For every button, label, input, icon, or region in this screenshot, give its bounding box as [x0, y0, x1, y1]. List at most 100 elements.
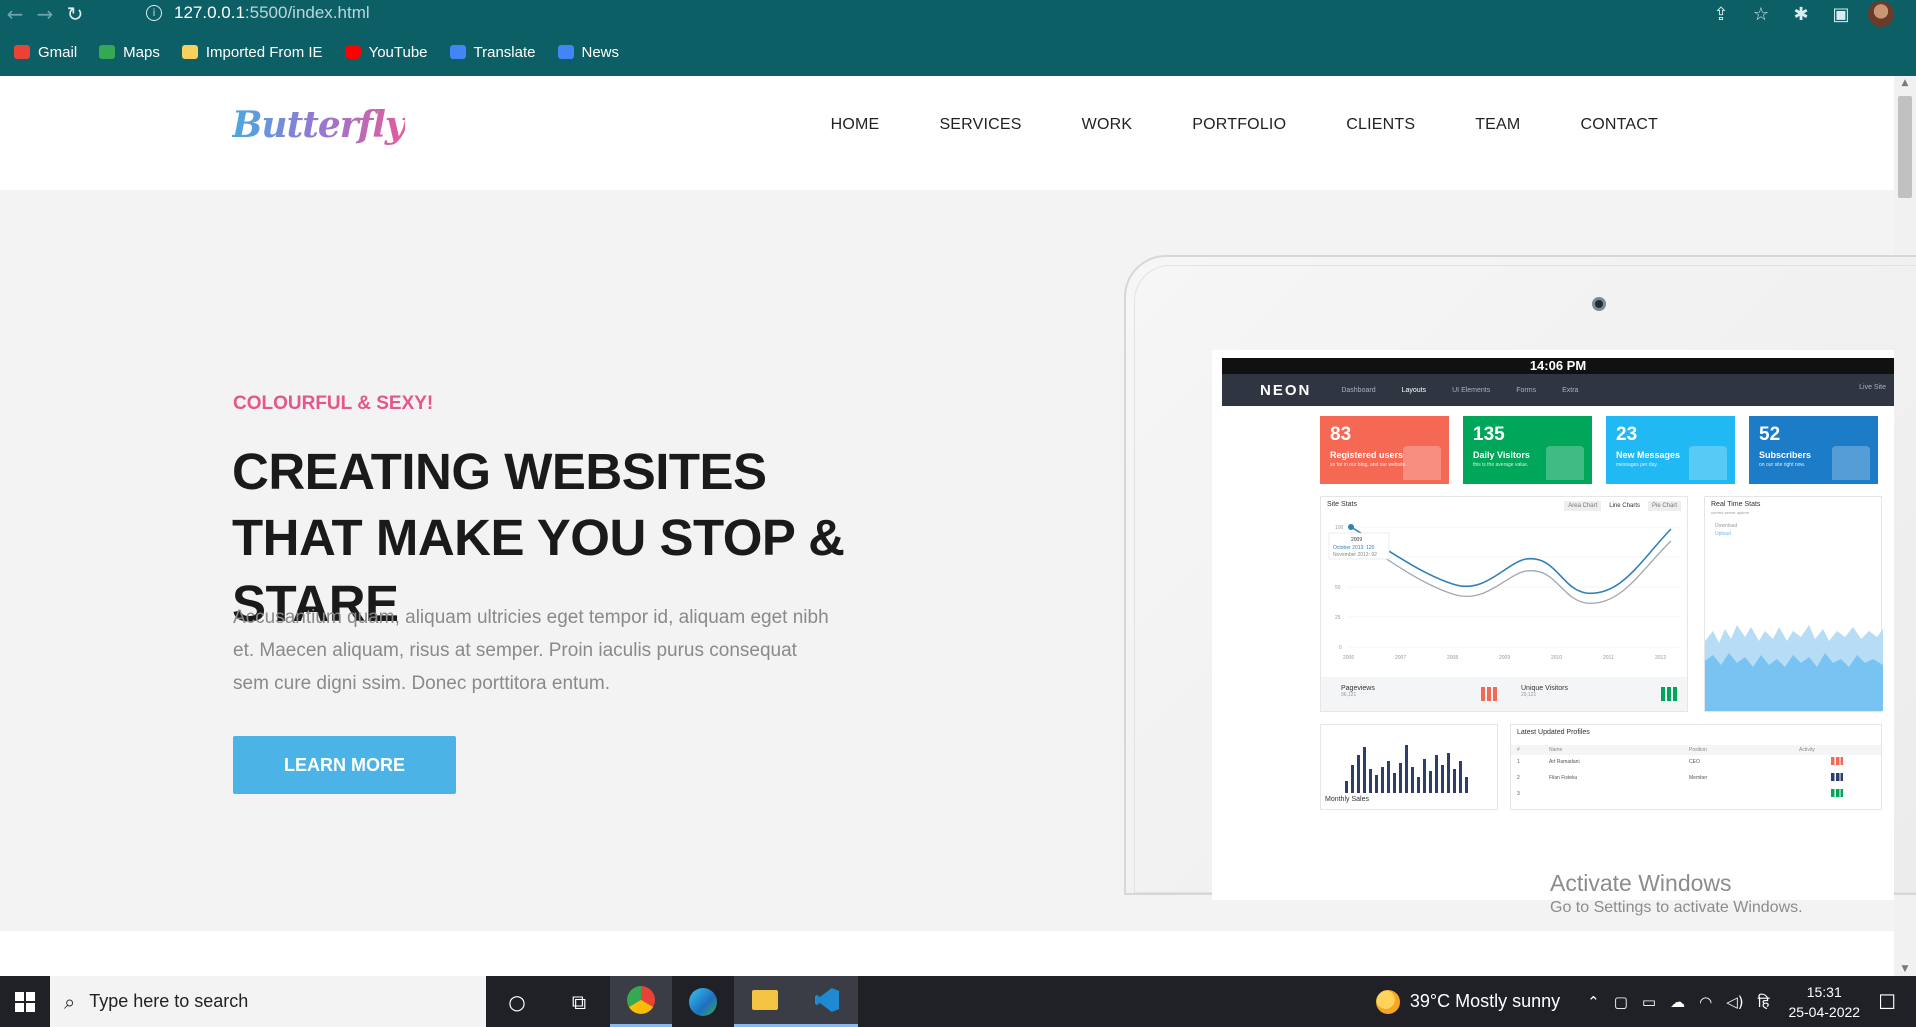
share-icon[interactable]: ⇪	[1708, 4, 1734, 25]
task-view-icon[interactable]: ⧉	[548, 976, 610, 1027]
stat-tile: 52 Subscribers on our site right now.	[1749, 416, 1878, 484]
maps-icon	[99, 45, 116, 59]
extensions-icon[interactable]: ✱	[1788, 4, 1814, 25]
bookmark-maps[interactable]: Maps	[99, 44, 160, 61]
svg-text:2011: 2011	[1603, 655, 1614, 661]
neon-logo: NEON	[1260, 381, 1312, 399]
forward-icon[interactable]: →	[30, 0, 60, 28]
scroll-up-icon[interactable]: ▲	[1894, 78, 1916, 88]
svg-text:2009: 2009	[1499, 655, 1510, 661]
hero-tagline: COLOURFUL & SEXY!	[233, 393, 434, 414]
learn-more-button[interactable]: LEARN MORE	[233, 736, 456, 794]
monthly-sales-bars	[1345, 745, 1468, 793]
chrome-taskbar-icon[interactable]	[610, 976, 672, 1027]
stat-tile: 23 New Messages messages per day.	[1606, 416, 1735, 484]
stat-tile: 135 Daily Visitors this is the average val…	[1463, 416, 1592, 484]
reload-icon[interactable]: ↻	[60, 0, 90, 28]
scroll-down-icon[interactable]: ▼	[1894, 964, 1916, 974]
neon-live-site: Live Site	[1859, 384, 1886, 391]
neon-nav-item: Extra	[1562, 386, 1579, 394]
wifi-icon[interactable]: ◠	[1699, 993, 1712, 1011]
tablet-status-bar: 14:06 PM	[1222, 358, 1894, 374]
stat-tile: 83 Registered users so far in our blog, an…	[1320, 416, 1449, 484]
site-stats-panel: Site Stats Area Chart Line Charts Pie Ch…	[1320, 496, 1688, 712]
svg-text:25: 25	[1335, 615, 1341, 621]
system-tray: 39°C Mostly sunny ⌃ ▢ ▭ ☁ ◠ ◁) हि 15:31 2…	[1375, 976, 1916, 1027]
svg-text:2006: 2006	[1343, 655, 1354, 661]
news-icon	[557, 45, 574, 59]
address-bar[interactable]: i 127.0.0.1:5500/index.html	[132, 0, 1592, 26]
menu-home[interactable]: HOME	[801, 116, 910, 134]
bookmark-imported-from-ie[interactable]: Imported From IE	[181, 44, 323, 61]
real-time-stats-panel: Real Time Stats current server uptime Do…	[1704, 496, 1883, 712]
svg-text:November 2013: 92: November 2013: 92	[1333, 552, 1377, 558]
meet-icon[interactable]: ▢	[1614, 993, 1628, 1011]
volume-icon[interactable]: ◁)	[1726, 993, 1743, 1011]
bookmark-gmail[interactable]: Gmail	[14, 44, 77, 61]
next-section	[0, 931, 1894, 976]
neon-nav-item: Layouts	[1401, 386, 1427, 394]
neon-nav-item: UI Elements	[1452, 386, 1491, 394]
site-logo[interactable]: Butterfly	[232, 104, 406, 146]
dashboard-screenshot: 14:06 PM NEON Dashboard Layouts UI Eleme…	[1212, 350, 1894, 900]
profile-avatar[interactable]	[1868, 1, 1894, 27]
bookmark-translate[interactable]: Translate	[449, 44, 536, 61]
stat-tiles: 83 Registered users so far in our blog, an…	[1320, 416, 1878, 484]
start-button[interactable]	[0, 976, 50, 1027]
translate-icon	[449, 45, 466, 59]
svg-text:2012: 2012	[1655, 655, 1666, 661]
taskbar-search[interactable]: ⌕ Type here to search	[50, 976, 486, 1027]
back-icon[interactable]: ←	[0, 0, 30, 28]
hero-lead: Accusantium quam, aliquam ultricies eget…	[233, 607, 829, 694]
side-panel-icon[interactable]: ▣	[1828, 4, 1854, 25]
svg-text:2007: 2007	[1395, 655, 1406, 661]
svg-text:October 2013: 120: October 2013: 120	[1333, 545, 1375, 551]
svg-text:100: 100	[1335, 525, 1344, 531]
menu-work[interactable]: WORK	[1052, 116, 1163, 134]
neon-nav-item: Forms	[1516, 386, 1537, 394]
cortana-icon[interactable]: ○	[486, 976, 548, 1027]
file-explorer-icon[interactable]	[734, 976, 796, 1027]
address-url[interactable]: 127.0.0.1:5500/index.html	[174, 3, 370, 23]
monthly-sales-title: Monthly Sales	[1325, 796, 1369, 803]
monthly-sales-panel: Monthly Sales	[1320, 724, 1498, 810]
onedrive-icon[interactable]: ☁	[1670, 993, 1685, 1011]
bookmark-youtube[interactable]: YouTube	[344, 44, 428, 61]
profiles-panel: Latest Updated Profiles # Name Position …	[1510, 724, 1882, 810]
line-chart: 100 75 50 25 0 2009 October 2013: 120 No…	[1328, 524, 1681, 661]
menu-services[interactable]: SERVICES	[909, 116, 1051, 134]
weather-widget[interactable]: 39°C Mostly sunny	[1375, 989, 1560, 1014]
menu-clients[interactable]: CLIENTS	[1316, 116, 1445, 134]
site-header: Butterfly HOME SERVICES WORK PORTFOLIO C…	[0, 76, 1894, 190]
svg-text:50: 50	[1335, 585, 1341, 591]
neon-nav-item: Dashboard	[1341, 386, 1376, 394]
svg-text:2008: 2008	[1447, 655, 1458, 661]
folder-icon	[181, 45, 198, 59]
tablet-camera-icon	[1592, 297, 1606, 311]
browser-toolbar: ← → ↻ i 127.0.0.1:5500/index.html ⇪ ☆ ✱ …	[0, 0, 1916, 28]
bookmark-star-icon[interactable]: ☆	[1748, 4, 1774, 25]
chevron-up-icon[interactable]: ⌃	[1587, 993, 1600, 1011]
menu-team[interactable]: TEAM	[1445, 116, 1550, 134]
scrollbar-thumb[interactable]	[1898, 96, 1912, 198]
bookmarks-bar: Gmail Maps Imported From IE YouTube Tran…	[0, 38, 1916, 66]
svg-text:2010: 2010	[1551, 655, 1562, 661]
notification-icon[interactable]: ☐	[1878, 990, 1896, 1014]
search-icon: ⌕	[64, 989, 76, 1014]
bookmark-news[interactable]: News	[557, 44, 619, 61]
menu-portfolio[interactable]: PORTFOLIO	[1162, 116, 1316, 134]
gmail-icon	[14, 45, 30, 59]
language-indicator[interactable]: हि	[1758, 992, 1770, 1012]
taskbar-clock[interactable]: 15:31 25-04-2022	[1788, 982, 1860, 1022]
main-menu: HOME SERVICES WORK PORTFOLIO CLIENTS TEA…	[801, 116, 1658, 134]
youtube-icon	[344, 45, 361, 59]
sun-icon	[1375, 989, 1400, 1014]
site-info-icon[interactable]: i	[146, 5, 162, 21]
menu-contact[interactable]: CONTACT	[1550, 116, 1658, 134]
windows-taskbar: ⌕ Type here to search ○ ⧉ 39°C Mostly su…	[0, 976, 1916, 1027]
vscode-taskbar-icon[interactable]	[796, 976, 858, 1027]
edge-taskbar-icon[interactable]	[672, 976, 734, 1027]
svg-text:2009: 2009	[1351, 537, 1362, 543]
battery-icon[interactable]: ▭	[1642, 993, 1656, 1011]
windows-logo-icon	[15, 991, 35, 1012]
